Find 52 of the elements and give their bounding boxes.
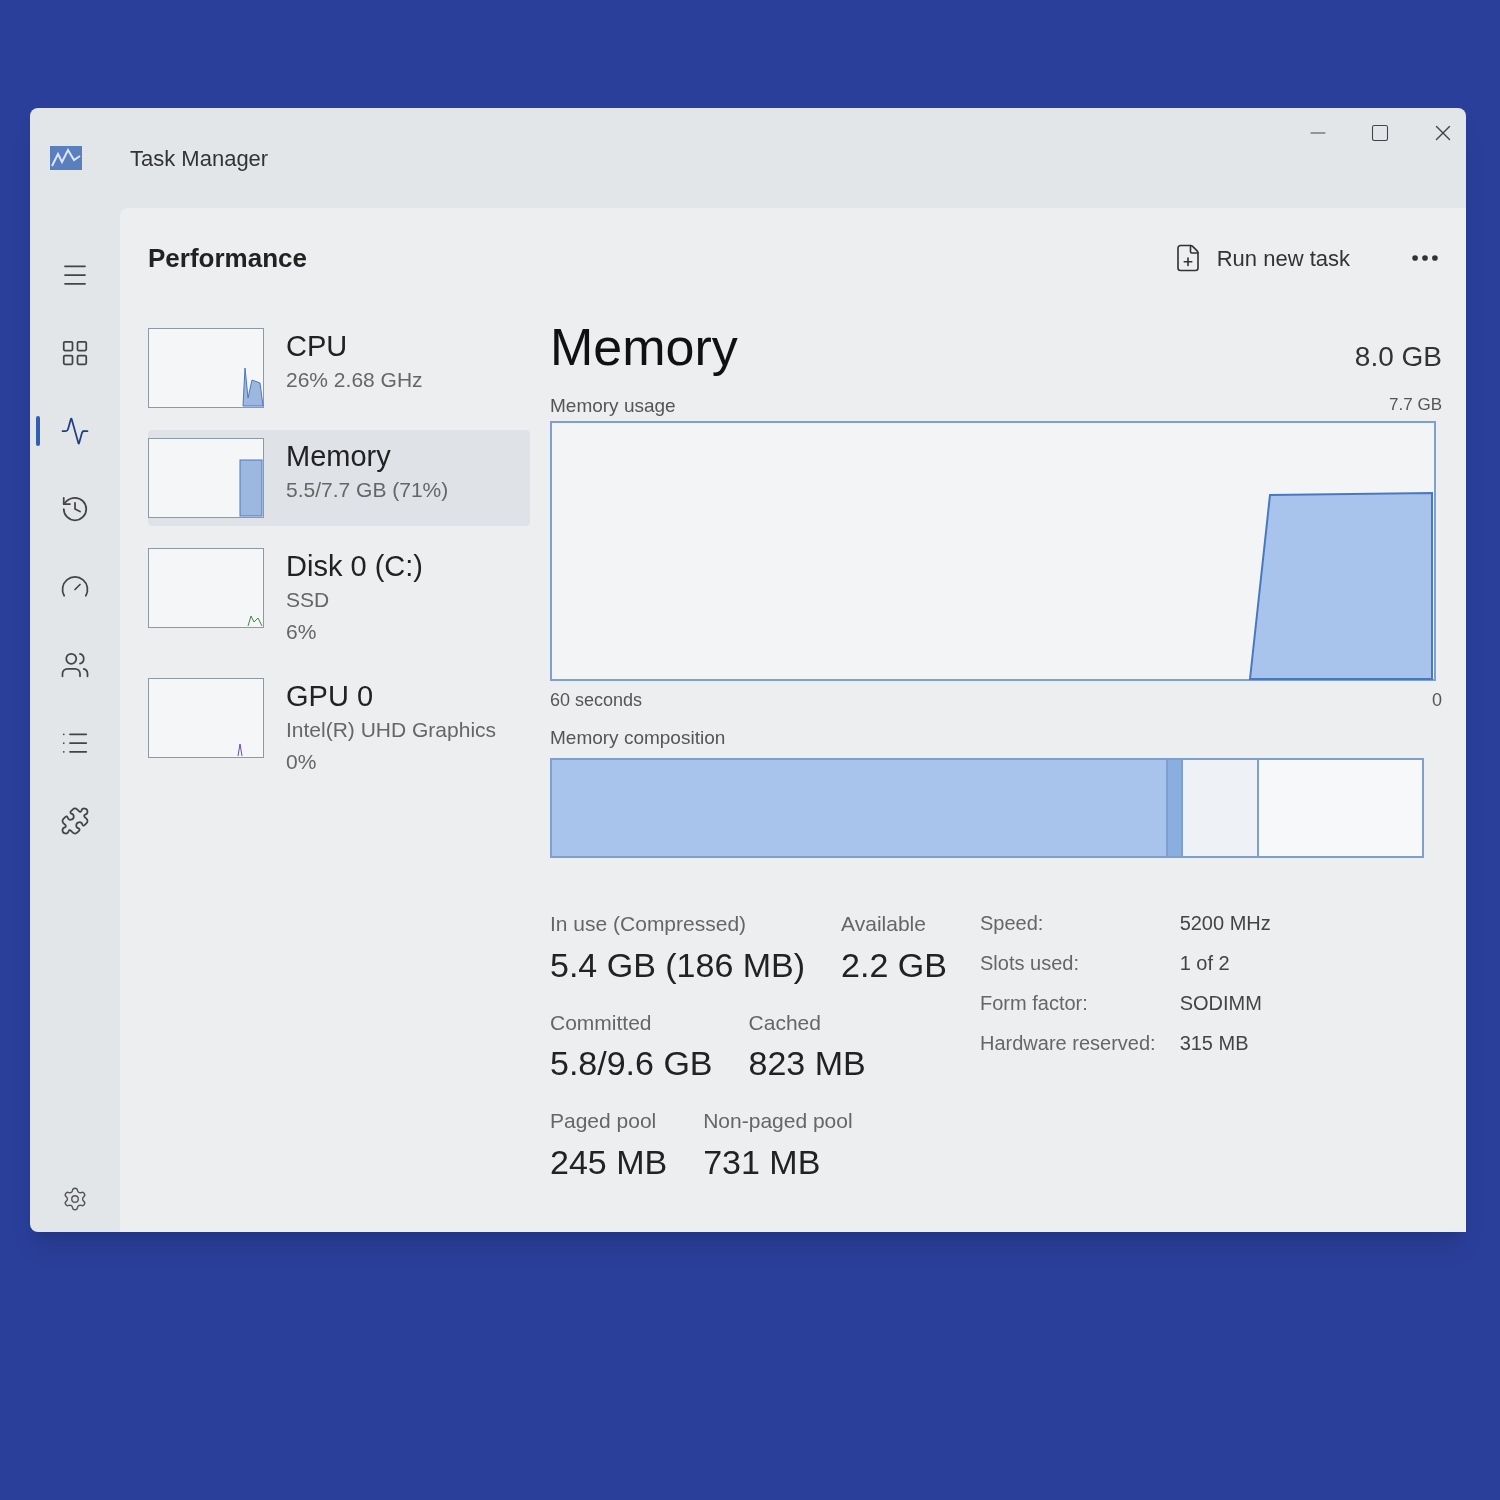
resource-item[interactable]: Memory 5.5/7.7 GB (71%): [148, 430, 530, 526]
stat-value: 2.2 GB: [841, 944, 947, 986]
chart-max-label: 7.7 GB: [1389, 394, 1442, 416]
spec-label: Slots used:: [980, 951, 1080, 976]
stat-value: 823 MB: [748, 1043, 866, 1084]
people-icon[interactable]: [60, 650, 90, 680]
axis-label: 0: [1432, 688, 1442, 712]
pulse-chart-icon[interactable]: [60, 416, 90, 446]
run-new-task-button[interactable]: Run new task: [1164, 241, 1358, 275]
resource-item[interactable]: CPU 26% 2.68 GHz: [148, 320, 530, 416]
spec-value: 5200 MHz: [1179, 911, 1271, 936]
spec-label: Speed:: [980, 911, 1045, 936]
resource-detail: 0%: [286, 749, 318, 775]
total-memory: 8.0 GB: [1354, 340, 1442, 374]
resource-item[interactable]: Disk 0 (C:) SSD 6%: [148, 540, 530, 656]
resource-detail: SSD: [286, 587, 331, 613]
stat-label: Available: [841, 911, 927, 937]
grid-icon[interactable]: [60, 338, 90, 368]
resource-detail: 5.5/7.7 GB (71%): [286, 477, 449, 503]
stat-label: Non-paged pool: [703, 1108, 853, 1134]
resource-item[interactable]: GPU 0 Intel(R) UHD Graphics 0%: [148, 670, 530, 786]
clock-history-icon[interactable]: [60, 494, 90, 524]
chart-label: Memory composition: [550, 725, 727, 750]
resource-name: GPU 0: [286, 679, 375, 714]
resource-name: Disk 0 (C:): [286, 549, 423, 584]
spec-label: Hardware reserved:: [980, 1031, 1156, 1056]
puzzle-icon[interactable]: [60, 806, 90, 836]
resource-name: CPU: [286, 329, 349, 364]
stat-value: 5.4 GB (186 MB): [550, 944, 806, 986]
resource-detail: Intel(R) UHD Graphics: [286, 717, 497, 743]
chart-label: Memory usage: [550, 394, 676, 418]
spec-label: Form factor:: [980, 991, 1089, 1016]
app-logo-icon: [50, 146, 82, 170]
spec-value: SODIMM: [1179, 991, 1263, 1016]
maximize-icon[interactable]: [1370, 123, 1390, 143]
resource-detail: 6%: [286, 619, 318, 645]
stat-value: 245 MB: [550, 1141, 668, 1183]
spec-value: 1 of 2: [1179, 951, 1231, 976]
stat-label: In use (Compressed): [550, 911, 748, 937]
stat-label: Cached: [748, 1009, 822, 1036]
spec-value: 315 MB: [1179, 1031, 1250, 1056]
settings-icon[interactable]: [62, 1186, 88, 1212]
resource-name: Memory: [286, 439, 392, 474]
detail-title: Memory: [550, 317, 738, 378]
stat-label: Paged pool: [550, 1108, 658, 1134]
axis-label: 60 seconds: [550, 688, 643, 712]
resource-detail: 26% 2.68 GHz: [286, 367, 423, 393]
window-title: Task Manager: [130, 144, 269, 173]
page-title: Performance: [148, 241, 307, 275]
stat-value: 731 MB: [703, 1141, 822, 1183]
stat-label: Committed: [550, 1009, 653, 1036]
stat-value: 5.8/9.6 GB: [550, 1043, 713, 1084]
